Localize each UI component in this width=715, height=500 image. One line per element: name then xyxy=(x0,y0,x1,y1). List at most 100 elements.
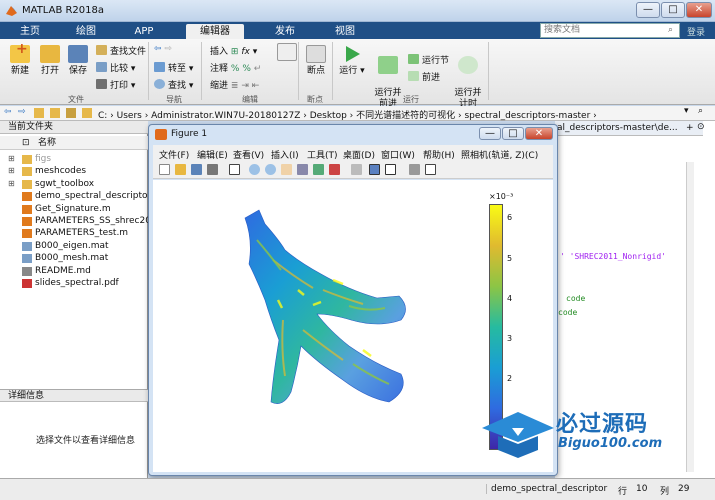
editor-menu-icon[interactable]: ⊙ xyxy=(697,122,705,132)
zoom-in-icon[interactable] xyxy=(249,164,260,175)
link-plot-icon[interactable] xyxy=(351,164,362,175)
compare-icon xyxy=(96,62,107,72)
compare-button[interactable]: 比较 ▾ xyxy=(96,61,135,74)
maximize-button[interactable]: □ xyxy=(661,2,685,18)
menu-window[interactable]: 窗口(W) xyxy=(381,148,415,161)
advance-button[interactable]: 前进 xyxy=(408,70,440,83)
file-row[interactable]: Get_Signature.m xyxy=(0,203,148,215)
file-row[interactable]: README.md xyxy=(0,265,148,277)
rotate-3d-icon[interactable] xyxy=(297,164,308,175)
comment-button[interactable]: 注释 % % ↵ xyxy=(210,61,261,74)
pointer-icon[interactable] xyxy=(229,164,240,175)
editor-tab[interactable]: al_descriptors-master\de... xyxy=(555,121,703,136)
indent-button[interactable]: 缩进 ≣ ⇥ ⇤ xyxy=(210,78,259,91)
file-row[interactable]: demo_spectral_descriptor.m xyxy=(0,190,162,202)
comment-label: 注释 xyxy=(210,64,229,74)
forward-arrow-icon: ⇨ xyxy=(164,44,172,54)
expand-icon[interactable]: ⊞ xyxy=(8,165,15,177)
close-button[interactable]: ✕ xyxy=(686,2,712,18)
column-header[interactable]: ⊡ 名称 xyxy=(0,136,148,150)
menu-insert[interactable]: 插入(I) xyxy=(271,148,299,161)
file-row[interactable]: B000_eigen.mat xyxy=(0,240,148,252)
compare-label: 比较 xyxy=(110,64,129,74)
expand-icon[interactable]: ⊞ xyxy=(8,153,15,165)
details-empty-text: 选择文件以查看详细信息 xyxy=(36,436,136,446)
print-figure-icon[interactable] xyxy=(207,164,218,175)
figure-minimize-button[interactable]: — xyxy=(479,127,501,140)
search-icon[interactable]: ⌕ xyxy=(668,25,673,35)
login-link[interactable]: 登录 xyxy=(687,25,705,38)
save-button[interactable]: 保存 xyxy=(64,45,92,77)
file-row[interactable]: ⊞ meshcodes xyxy=(0,165,148,177)
tab-publish[interactable]: 发布 xyxy=(258,24,312,39)
menu-tools[interactable]: 工具(T) xyxy=(307,148,338,161)
breakpoints-button[interactable]: 断点 xyxy=(302,45,330,77)
colorbar-tick: 3 xyxy=(507,334,513,343)
back-forward-buttons[interactable]: ⇦ ⇨ xyxy=(154,44,172,54)
up-folder-icon[interactable] xyxy=(50,108,60,118)
path-dropdown-icon[interactable]: ▾ xyxy=(684,106,689,116)
goto-button[interactable]: 转至 ▾ xyxy=(154,61,193,74)
find-files-button[interactable]: 查找文件 xyxy=(96,44,146,57)
file-row[interactable]: ⊞ sgwt_toolbox xyxy=(0,178,148,190)
title-bar: MATLAB R2018a — □ ✕ xyxy=(0,0,715,22)
current-path[interactable]: C: › Users › Administrator.WIN7U-2018012… xyxy=(98,108,597,121)
new-file-icon: + xyxy=(10,42,30,63)
search-path-icon[interactable]: ⌕ xyxy=(698,106,703,116)
data-cursor-icon[interactable] xyxy=(313,164,324,175)
file-name: Get_Signature.m xyxy=(35,203,111,214)
menu-edit[interactable]: 编辑(E) xyxy=(197,148,228,161)
dock-icon[interactable] xyxy=(425,164,436,175)
nav-back-icon[interactable]: ⇦ xyxy=(4,107,12,117)
tab-view[interactable]: 视图 xyxy=(318,24,372,39)
legend-toggle-icon[interactable] xyxy=(385,164,396,175)
insert-icon: ⊞ xyxy=(230,47,239,57)
tab-home[interactable]: 主页 xyxy=(4,24,56,39)
wrap-comments-icon: ↵ xyxy=(253,64,262,74)
menu-file[interactable]: 文件(F) xyxy=(159,148,189,161)
figure-toolbar xyxy=(153,161,553,179)
hide-tools-icon[interactable] xyxy=(409,164,420,175)
browse-folder-icon[interactable] xyxy=(66,108,76,118)
menu-help[interactable]: 帮助(H) xyxy=(423,148,455,161)
zoom-out-icon[interactable] xyxy=(265,164,276,175)
new-figure-icon[interactable] xyxy=(159,164,170,175)
file-icon xyxy=(22,254,32,264)
find-button[interactable]: 查找 ▾ xyxy=(154,78,193,91)
new-button[interactable]: + 新建 xyxy=(6,42,34,77)
tab-apps[interactable]: APP xyxy=(118,24,170,39)
open-file-icon[interactable] xyxy=(175,164,186,175)
figure-maximize-button[interactable]: □ xyxy=(502,127,524,140)
colorbar-toggle-icon[interactable] xyxy=(369,164,380,175)
file-name: README.md xyxy=(35,265,91,276)
status-bar: demo_spectral_descriptor 行 10 列 29 xyxy=(0,478,715,500)
brush-icon[interactable] xyxy=(329,164,340,175)
run-section-button[interactable]: 运行节 xyxy=(408,53,449,66)
menu-view[interactable]: 查看(V) xyxy=(233,148,264,161)
file-row[interactable]: PARAMETERS_SS_shrec2011... xyxy=(0,215,171,227)
mesh-surface[interactable] xyxy=(244,209,406,404)
tab-editor[interactable]: 编辑器 xyxy=(186,24,244,39)
file-row[interactable]: ⊞ figs xyxy=(0,153,148,165)
open-button[interactable]: 打开 xyxy=(36,45,64,77)
run-button[interactable]: 运行 ▾ xyxy=(338,45,366,77)
insert-button[interactable]: 插入 ⊞ fx ▾ xyxy=(210,44,257,57)
figure-close-button[interactable]: ✕ xyxy=(525,127,553,140)
folder-icon[interactable] xyxy=(34,108,44,118)
minimize-button[interactable]: — xyxy=(636,2,660,18)
nav-forward-icon[interactable]: ⇨ xyxy=(18,107,26,117)
editor-add-tab[interactable]: + xyxy=(686,123,694,133)
tab-plots[interactable]: 绘图 xyxy=(60,24,112,39)
pan-hand-icon[interactable] xyxy=(281,164,292,175)
file-row[interactable]: PARAMETERS_test.m xyxy=(0,227,148,239)
file-row[interactable]: B000_mesh.mat xyxy=(0,252,148,264)
navigate-section-label: 导航 xyxy=(166,95,182,104)
search-input[interactable]: 搜索文档 xyxy=(540,23,680,38)
print-button[interactable]: 打印 ▾ xyxy=(96,78,135,91)
expand-icon[interactable]: ⊞ xyxy=(8,178,15,190)
divider xyxy=(488,42,489,100)
save-figure-icon[interactable] xyxy=(191,164,202,175)
menu-desktop[interactable]: 桌面(D) xyxy=(343,148,375,161)
menu-camera[interactable]: 照相机(轨道, Z)(C) xyxy=(461,148,538,161)
file-row[interactable]: slides_spectral.pdf xyxy=(0,277,148,289)
